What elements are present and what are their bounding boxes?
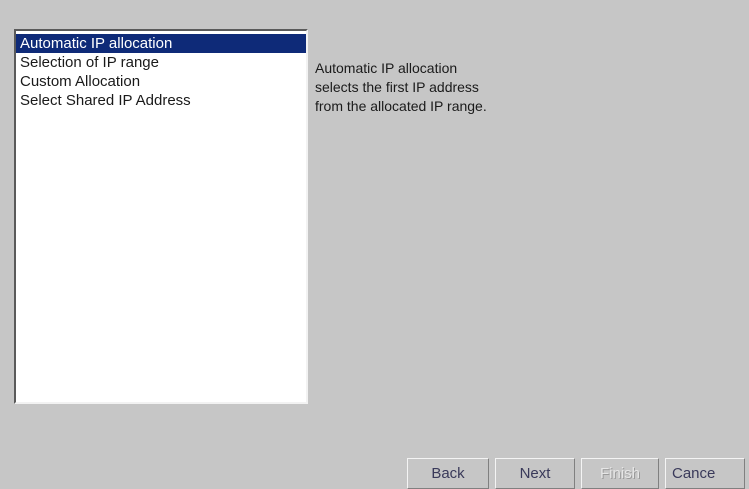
next-button[interactable]: Next (495, 458, 575, 489)
description-line: selects the first IP address (315, 79, 479, 95)
list-item-selection-of-ip-range[interactable]: Selection of IP range (16, 53, 306, 72)
allocation-method-listbox[interactable]: Automatic IP allocation Selection of IP … (14, 29, 308, 404)
ip-allocation-dialog: Automatic IP allocation Selection of IP … (0, 0, 749, 489)
back-button[interactable]: Back (407, 458, 489, 489)
description-line: from the allocated IP range. (315, 98, 487, 114)
cancel-button[interactable]: Cance (665, 458, 745, 489)
list-item-automatic-ip-allocation[interactable]: Automatic IP allocation (16, 34, 306, 53)
description-line: Automatic IP allocation (315, 60, 458, 76)
allocation-description: Automatic IP allocation selects the firs… (315, 59, 575, 116)
list-item-custom-allocation[interactable]: Custom Allocation (16, 72, 306, 91)
wizard-button-bar: Back Next Finish Cance (407, 458, 745, 489)
finish-button: Finish (581, 458, 659, 489)
list-item-select-shared-ip-address[interactable]: Select Shared IP Address (16, 91, 306, 110)
